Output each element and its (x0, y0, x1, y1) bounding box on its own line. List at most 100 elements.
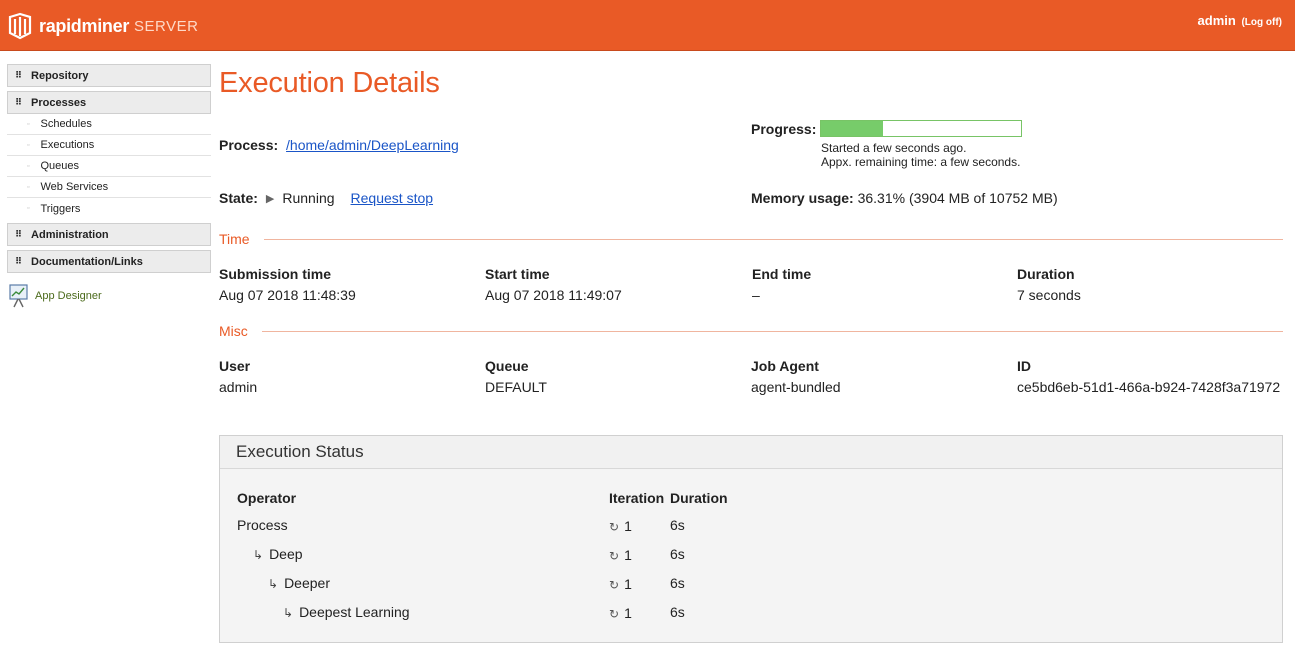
state-label: State: (219, 190, 258, 206)
duration-field: Duration 7 seconds (1017, 264, 1081, 306)
id-field: ID ce5bd6eb-51d1-466a-b924-7428f3a71972 (1017, 356, 1280, 398)
operator-name: Deepest Learning (299, 604, 410, 620)
end-time-field: End time – (752, 264, 811, 306)
sidebar-item-schedules[interactable]: ▫ Schedules (7, 114, 211, 135)
queue-field: Queue DEFAULT (485, 356, 547, 398)
user-area: admin (Log off) (1198, 13, 1282, 28)
page-title: Execution Details (219, 67, 440, 99)
field-value: admin (219, 379, 258, 395)
time-section-header: Time (219, 231, 1283, 247)
state-row: State: ▶ Running Request stop (219, 190, 433, 206)
state-value: Running (282, 190, 335, 206)
app-designer-icon (9, 284, 28, 308)
section-divider (261, 330, 1283, 332)
memory-row: Memory usage: 36.31% (3904 MB of 10752 M… (751, 190, 1058, 206)
field-value: – (752, 287, 760, 303)
sidebar-item-label: Executions (40, 139, 95, 151)
app-designer-label: App Designer (35, 290, 102, 302)
loop-icon: ↻ (609, 549, 620, 563)
job-agent-field: Job Agent agent-bundled (751, 356, 841, 398)
iteration-cell: ↻ 1 (609, 576, 632, 592)
field-value: ce5bd6eb-51d1-466a-b924-7428f3a71972 (1017, 379, 1281, 395)
top-bar: rapidminer SERVER admin (Log off) (0, 0, 1295, 51)
progress-remaining: Appx. remaining time: a few seconds. (821, 155, 1021, 169)
execution-status-title: Execution Status (220, 436, 1282, 469)
operator-name: Deeper (284, 575, 330, 591)
sidebar-group-documentation[interactable]: ⠿ Documentation/Links (7, 250, 211, 273)
sidebar-item-label: Triggers (40, 202, 81, 215)
sidebar-item-label: Queues (40, 160, 80, 172)
child-arrow-icon: ↳ (283, 606, 294, 620)
user-field: User admin (219, 356, 257, 398)
rapidminer-logo[interactable]: rapidminer SERVER (7, 11, 198, 41)
misc-section-header: Misc (219, 323, 1283, 339)
iteration-cell: ↻ 1 (609, 547, 632, 563)
sidebar-item-label: Schedules (40, 118, 92, 130)
app-designer-link[interactable]: App Designer (7, 283, 211, 309)
user-name: admin (1197, 13, 1236, 28)
process-label: Process: (219, 137, 279, 153)
iteration-cell: ↻ 1 (609, 518, 632, 534)
progress-bar (820, 120, 1023, 137)
sidebar-item-label: Web Services (40, 181, 109, 193)
sidebar-group-label: Documentation/Links (31, 255, 143, 268)
sidebar-item-triggers[interactable]: ▫ Triggers (7, 198, 211, 219)
child-arrow-icon: ↳ (253, 548, 264, 562)
grip-icon: ⠿ (15, 229, 22, 239)
table-row: ↳ Deeper (268, 575, 330, 591)
iteration-value: 1 (624, 576, 632, 592)
sidebar-group-processes[interactable]: ⠿ Processes (7, 91, 211, 114)
duration-cell: 6s (670, 575, 685, 591)
field-label: Submission time (219, 266, 332, 282)
sidebar-group-label: Processes (31, 96, 87, 109)
field-value: 7 seconds (1017, 287, 1081, 303)
iteration-value: 1 (624, 547, 632, 563)
column-header-iteration: Iteration (609, 490, 665, 506)
field-value: DEFAULT (485, 379, 547, 395)
duration-cell: 6s (670, 546, 685, 562)
progress-block: Progress: Started a few seconds ago. App… (751, 120, 1023, 169)
logoff-link[interactable]: (Log off) (1241, 17, 1282, 28)
bullet-icon: ▫ (27, 205, 30, 212)
field-value: agent-bundled (751, 379, 841, 395)
bullet-icon: ▫ (27, 120, 30, 128)
sidebar-group-label: Repository (31, 69, 89, 82)
loop-icon: ↻ (609, 578, 620, 592)
field-label: Start time (485, 266, 550, 282)
sidebar-item-web-services[interactable]: ▫ Web Services (7, 177, 211, 198)
logo-product-text: SERVER (134, 17, 199, 35)
section-divider (263, 238, 1283, 240)
loop-icon: ↻ (609, 607, 620, 621)
column-header-duration: Duration (670, 490, 728, 506)
grip-icon: ⠿ (15, 70, 22, 80)
field-label: Job Agent (751, 358, 819, 374)
memory-label: Memory usage: (751, 190, 854, 206)
child-arrow-icon: ↳ (268, 577, 279, 591)
operator-name: Deep (269, 546, 303, 562)
sidebar-item-queues[interactable]: ▫ Queues (7, 156, 211, 177)
column-header-operator: Operator (237, 490, 297, 506)
table-row: ↳ Deep (253, 546, 303, 562)
field-label: Queue (485, 358, 529, 374)
duration-cell: 6s (670, 517, 685, 533)
table-row: ↳ Deepest Learning (283, 604, 410, 620)
request-stop-link[interactable]: Request stop (351, 190, 434, 206)
sidebar-group-repository[interactable]: ⠿ Repository (7, 64, 211, 87)
time-section-title: Time (219, 231, 250, 247)
sidebar: ⠿ Repository ⠿ Processes ▫ Schedules ▫ E… (7, 64, 211, 309)
start-time-field: Start time Aug 07 2018 11:49:07 (485, 264, 622, 306)
field-label: ID (1017, 358, 1031, 374)
iteration-value: 1 (624, 605, 632, 621)
sidebar-group-administration[interactable]: ⠿ Administration (7, 223, 211, 246)
operator-name: Process (237, 517, 288, 533)
table-row: Process (237, 517, 288, 533)
sidebar-item-executions[interactable]: ▫ Executions (7, 135, 211, 156)
process-row: Process: /home/admin/DeepLearning (219, 137, 459, 153)
process-path-link[interactable]: /home/admin/DeepLearning (286, 137, 459, 153)
grip-icon: ⠿ (15, 256, 22, 266)
grip-icon: ⠿ (15, 97, 22, 107)
rapidminer-logo-icon (8, 12, 32, 40)
field-label: Duration (1017, 266, 1075, 282)
iteration-cell: ↻ 1 (609, 605, 632, 621)
sidebar-group-label: Administration (31, 228, 109, 241)
